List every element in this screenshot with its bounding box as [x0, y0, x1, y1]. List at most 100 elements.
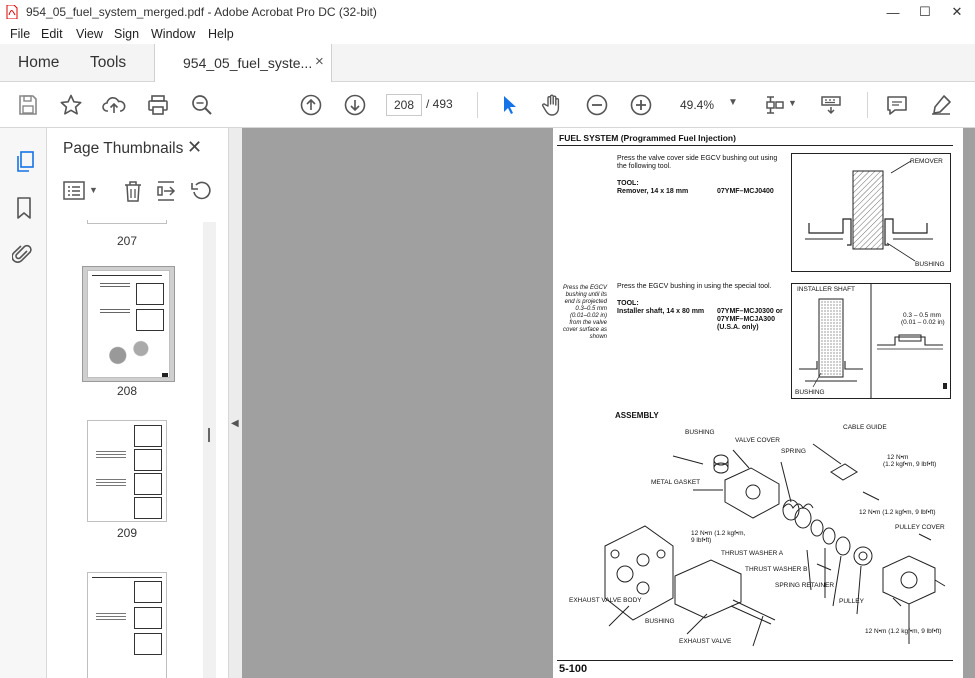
tab-tools[interactable]: Tools: [90, 54, 126, 72]
page-number-input[interactable]: [386, 94, 422, 116]
tab-home[interactable]: Home: [18, 54, 59, 72]
label-torque-mid: 12 N•m (1.2 kgf•m, 9 lbf•ft): [859, 509, 936, 516]
collapse-panel-icon[interactable]: ◀: [231, 418, 239, 429]
pdf-page: FUEL SYSTEM (Programmed Fuel Injection) …: [553, 128, 963, 678]
label-valve-cover: VALVE COVER: [735, 437, 780, 444]
page-thumbnails-panel: Page Thumbnails ✕ ▼ 207 208 209: [47, 128, 229, 678]
menu-edit[interactable]: Edit: [41, 27, 63, 41]
side-note-7: cover surface as: [563, 327, 608, 333]
menu-window[interactable]: Window: [151, 27, 195, 41]
zoom-in-icon[interactable]: [629, 93, 653, 117]
step2-bushing-label: BUSHING: [795, 389, 825, 396]
thumbnail-options-icon[interactable]: [63, 180, 87, 202]
comment-icon[interactable]: [885, 93, 909, 117]
installer-label: INSTALLER SHAFT: [797, 286, 856, 293]
zoom-value: 49.4%: [680, 98, 715, 112]
step2-tool-label: TOOL:: [617, 300, 639, 307]
menu-file[interactable]: File: [10, 27, 30, 41]
thumbnail-page-207[interactable]: [87, 220, 167, 224]
options-chevron-icon[interactable]: ▼: [89, 185, 98, 195]
dimension-in: (0.01 – 0.02 in): [901, 319, 945, 326]
minimize-button[interactable]: —: [878, 0, 908, 24]
page-total: / 493: [426, 97, 453, 111]
menu-sign[interactable]: Sign: [114, 27, 139, 41]
side-note-3: end is projected: [564, 299, 607, 305]
delete-page-icon[interactable]: [122, 180, 144, 202]
highlight-pen-icon[interactable]: [929, 93, 953, 117]
pdf-page-number: 5-100: [559, 663, 588, 675]
fit-page-icon[interactable]: [763, 93, 787, 117]
thumbnail-page-208[interactable]: [87, 270, 170, 378]
upload-icon[interactable]: [102, 93, 126, 117]
header-rule: [557, 145, 953, 146]
label-bushing-bottom: BUSHING: [645, 618, 675, 625]
thumbnail-page-210[interactable]: [87, 572, 167, 678]
step1-tool-part: 07YMF–MCJ0400: [717, 188, 774, 195]
thumbnails-scrollbar[interactable]: [203, 222, 216, 678]
hand-icon[interactable]: [540, 93, 564, 117]
thumbnail-label-209: 209: [116, 526, 138, 540]
select-arrow-icon[interactable]: [497, 93, 521, 117]
label-exhaust-valve-body: EXHAUST VALVE BODY: [569, 597, 642, 604]
dimension-mm: 0.3 – 0.5 mm: [903, 312, 941, 319]
label-metal-gasket: METAL GASKET: [651, 479, 701, 486]
thumbnail-label-207: 207: [116, 234, 138, 248]
maximize-button[interactable]: ☐: [910, 0, 940, 24]
zoom-dropdown[interactable]: 49.4% ▼: [670, 94, 746, 116]
step1-tool-label: TOOL:: [617, 180, 639, 187]
side-note-5: (0.01–0.02 in): [569, 313, 607, 319]
star-icon[interactable]: [59, 93, 83, 117]
label-torque-top-1: 12 N•m: [887, 454, 909, 461]
footer-rule: [557, 660, 953, 661]
step1-tool-name: Remover, 14 x 18 mm: [617, 188, 689, 195]
scroll-mode-icon[interactable]: [819, 93, 843, 117]
zoom-search-icon[interactable]: [190, 93, 214, 117]
zoom-out-icon[interactable]: [585, 93, 609, 117]
close-tab-icon[interactable]: ×: [315, 53, 324, 70]
label-torque-bottom: 12 N•m (1.2 kgf•m, 9 lbf•ft): [865, 628, 942, 635]
label-spring: SPRING: [781, 448, 806, 455]
menu-help[interactable]: Help: [208, 27, 234, 41]
title-bar: 954_05_fuel_system_merged.pdf - Adobe Ac…: [0, 0, 975, 24]
close-window-button[interactable]: ✕: [942, 0, 972, 24]
remover-figure: [791, 153, 951, 272]
page-up-icon[interactable]: [299, 93, 323, 117]
side-note-1: Press the EGCV: [563, 285, 608, 291]
label-torque-left-1: 12 N•m (1.2 kgf•m,: [691, 530, 746, 537]
step2-tool-part-1: 07YMF–MCJ0300 or: [717, 308, 783, 315]
rotate-page-icon[interactable]: [190, 180, 212, 202]
panel-splitter[interactable]: ◀: [229, 128, 242, 678]
menu-view[interactable]: View: [76, 27, 103, 41]
step1-text-line2: the following tool.: [617, 163, 672, 170]
side-note-2: bushing until its: [565, 292, 607, 298]
step1-text-line1: Press the valve cover side EGCV bushing …: [617, 155, 778, 162]
step2-tool-name: Installer shaft, 14 x 80 mm: [617, 308, 705, 315]
fit-page-chevron-icon[interactable]: ▼: [788, 98, 797, 108]
save-icon[interactable]: [16, 93, 40, 117]
chevron-down-icon: ▼: [728, 97, 738, 108]
bookmark-icon[interactable]: [15, 196, 33, 220]
toolbar: / 493 49.4% ▼ ▼: [0, 82, 975, 128]
toolbar-divider: [867, 92, 868, 118]
label-pulley: PULLEY: [839, 598, 864, 605]
scrollbar-thumb[interactable]: [208, 428, 210, 442]
step2-text: Press the EGCV bushing in using the spec…: [617, 283, 772, 290]
label-pulley-cover: PULLEY COVER: [895, 524, 945, 531]
page-thumbnails-icon[interactable]: [14, 150, 36, 174]
label-bushing-top: BUSHING: [685, 429, 715, 436]
label-cable-guide: CABLE GUIDE: [843, 424, 887, 431]
thumbnails-list: 207 208 209: [47, 220, 217, 678]
label-exhaust-valve: EXHAUST VALVE: [679, 638, 732, 645]
thumbnail-page-209[interactable]: [87, 420, 167, 522]
extract-page-icon[interactable]: [155, 180, 177, 202]
left-navigation-rail: [0, 128, 47, 678]
label-torque-top-2: (1.2 kgf•m, 9 lbf•ft): [883, 461, 937, 468]
side-note-6: from the valve: [569, 320, 607, 326]
close-panel-icon[interactable]: ✕: [187, 137, 202, 158]
side-note-8: shown: [589, 334, 607, 340]
page-down-icon[interactable]: [343, 93, 367, 117]
attachment-icon[interactable]: [12, 242, 34, 266]
label-spring-retainer: SPRING RETAINER: [775, 582, 835, 589]
print-icon[interactable]: [146, 93, 170, 117]
tab-document[interactable]: 954_05_fuel_syste... ×: [154, 44, 332, 82]
